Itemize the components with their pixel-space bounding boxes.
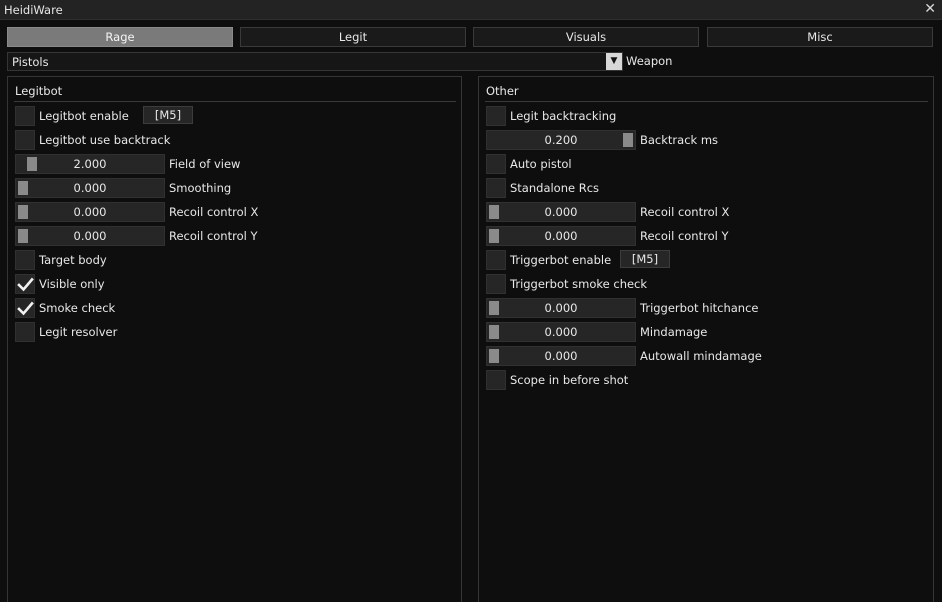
other-panel: Other Legit backtracking 0.200 Backtrack… xyxy=(478,76,934,602)
smoke-check-checkbox[interactable] xyxy=(15,298,35,318)
tab-visuals[interactable]: Visuals xyxy=(473,27,699,47)
scope-in-label: Scope in before shot xyxy=(510,373,629,387)
triggerbot-enable-label: Triggerbot enable xyxy=(510,253,612,267)
weapon-dropdown[interactable]: Pistols ▼ xyxy=(7,52,623,71)
legitbot-enable-keybind[interactable]: [M5] xyxy=(143,106,193,124)
other-recoil-y-slider[interactable]: 0.000 xyxy=(486,226,636,246)
auto-pistol-checkbox[interactable] xyxy=(486,154,506,174)
other-recoil-x-slider[interactable]: 0.000 xyxy=(486,202,636,222)
tab-bar: Rage Legit Visuals Misc xyxy=(7,27,933,47)
other-recoil-x-label: Recoil control X xyxy=(640,205,730,219)
legitbot-enable-label: Legitbot enable xyxy=(39,109,129,123)
legitbot-panel: Legitbot Legitbot enable [M5] Legitbot u… xyxy=(7,76,462,602)
triggerbot-enable-checkbox[interactable] xyxy=(486,250,506,270)
legit-recoil-y-value: 0.000 xyxy=(73,229,107,243)
fov-label: Field of view xyxy=(169,157,241,171)
triggerbot-smoke-label: Triggerbot smoke check xyxy=(510,277,648,291)
target-body-label: Target body xyxy=(39,253,107,267)
legit-recoil-y-slider[interactable]: 0.000 xyxy=(15,226,165,246)
visible-only-checkbox[interactable] xyxy=(15,274,35,294)
backtrack-ms-value: 0.200 xyxy=(544,133,578,147)
scope-in-checkbox[interactable] xyxy=(486,370,506,390)
tab-legit[interactable]: Legit xyxy=(240,27,466,47)
title-bar: HeidiWare ✕ xyxy=(0,0,942,20)
tab-rage[interactable]: Rage xyxy=(7,27,233,47)
other-recoil-y-value: 0.000 xyxy=(544,229,578,243)
legit-resolver-label: Legit resolver xyxy=(39,325,118,339)
legitbot-backtrack-checkbox[interactable] xyxy=(15,130,35,150)
auto-pistol-label: Auto pistol xyxy=(510,157,572,171)
checkmark-icon xyxy=(17,301,34,316)
legit-backtracking-checkbox[interactable] xyxy=(486,106,506,126)
backtrack-ms-label: Backtrack ms xyxy=(640,133,719,147)
other-recoil-y-label: Recoil control Y xyxy=(640,229,729,243)
other-panel-title: Other xyxy=(486,84,519,98)
other-recoil-x-value: 0.000 xyxy=(544,205,578,219)
legitbot-panel-title: Legitbot xyxy=(15,84,63,98)
standalone-rcs-checkbox[interactable] xyxy=(486,178,506,198)
triggerbot-enable-keybind[interactable]: [M5] xyxy=(620,250,670,268)
legit-backtracking-label: Legit backtracking xyxy=(510,109,617,123)
tab-misc[interactable]: Misc xyxy=(707,27,933,47)
mindamage-value: 0.000 xyxy=(544,325,578,339)
legit-recoil-y-label: Recoil control Y xyxy=(169,229,258,243)
triggerbot-hitchance-value: 0.000 xyxy=(544,301,578,315)
legit-recoil-x-slider[interactable]: 0.000 xyxy=(15,202,165,222)
fov-value: 2.000 xyxy=(73,157,107,171)
smoothing-slider[interactable]: 0.000 xyxy=(15,178,165,198)
triggerbot-smoke-checkbox[interactable] xyxy=(486,274,506,294)
mindamage-slider[interactable]: 0.000 xyxy=(486,322,636,342)
weapon-label: Weapon xyxy=(626,54,673,68)
legitbot-backtrack-label: Legitbot use backtrack xyxy=(39,133,171,147)
fov-slider[interactable]: 2.000 xyxy=(15,154,165,174)
visible-only-label: Visible only xyxy=(39,277,105,291)
weapon-selected-value: Pistols xyxy=(12,55,49,69)
smoothing-value: 0.000 xyxy=(73,181,107,195)
legit-recoil-x-value: 0.000 xyxy=(73,205,107,219)
window-title: HeidiWare xyxy=(4,3,63,17)
legit-recoil-x-label: Recoil control X xyxy=(169,205,259,219)
triggerbot-hitchance-label: Triggerbot hitchance xyxy=(640,301,759,315)
checkmark-icon xyxy=(17,277,34,292)
panel-divider xyxy=(485,101,928,102)
legit-resolver-checkbox[interactable] xyxy=(15,322,35,342)
autowall-mindamage-value: 0.000 xyxy=(544,349,578,363)
target-body-checkbox[interactable] xyxy=(15,250,35,270)
panel-divider xyxy=(14,101,456,102)
close-icon[interactable]: ✕ xyxy=(924,1,936,17)
standalone-rcs-label: Standalone Rcs xyxy=(510,181,600,195)
backtrack-ms-slider[interactable]: 0.200 xyxy=(486,130,636,150)
dropdown-arrow-icon[interactable]: ▼ xyxy=(606,53,622,70)
mindamage-label: Mindamage xyxy=(640,325,708,339)
autowall-mindamage-label: Autowall mindamage xyxy=(640,349,762,363)
smoothing-label: Smoothing xyxy=(169,181,232,195)
autowall-mindamage-slider[interactable]: 0.000 xyxy=(486,346,636,366)
smoke-check-label: Smoke check xyxy=(39,301,116,315)
triggerbot-hitchance-slider[interactable]: 0.000 xyxy=(486,298,636,318)
legitbot-enable-checkbox[interactable] xyxy=(15,106,35,126)
